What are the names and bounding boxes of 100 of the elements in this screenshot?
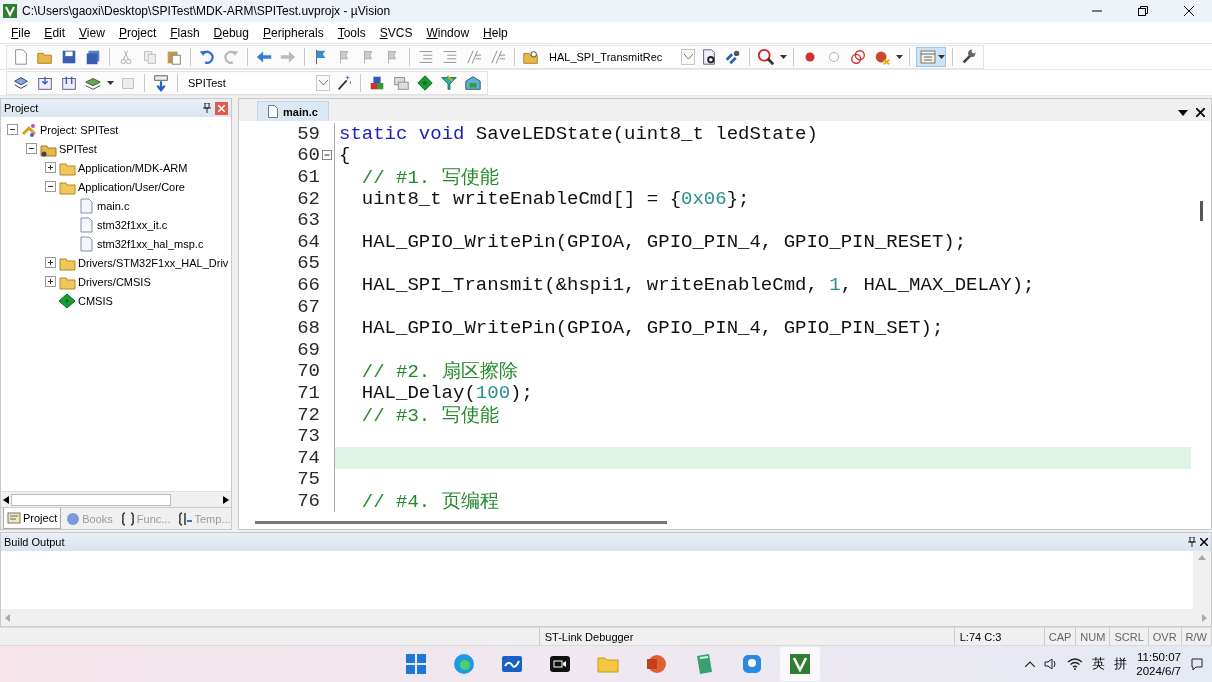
caret-icon (896, 54, 903, 59)
project-icon (20, 121, 38, 138)
line-number: 64 (297, 230, 321, 253)
expand-toggle[interactable] (45, 181, 56, 192)
tree-item[interactable]: stm32f1xx_it.c (7, 215, 231, 234)
file-icon (268, 105, 278, 118)
menu-item[interactable]: Peripherals (255, 23, 331, 42)
webcam-icon (740, 652, 764, 676)
tree-item[interactable]: Drivers/CMSIS (7, 272, 231, 291)
menu-item[interactable]: Flash (163, 23, 207, 42)
browser-icon (452, 652, 476, 676)
expand-toggle[interactable] (45, 257, 56, 268)
tree-item[interactable]: Application/MDK-ARM (7, 158, 231, 177)
line-number: 63 (297, 209, 321, 232)
menu-item[interactable]: SVCS (372, 23, 420, 42)
line-number: 72 (297, 403, 321, 426)
language-indicator[interactable]: 英 (1092, 655, 1106, 673)
scrollbar-thumb[interactable] (255, 520, 667, 524)
app-icon (788, 652, 812, 676)
dropdown-icon (318, 79, 328, 86)
menu-item[interactable]: View (72, 23, 112, 42)
close-button[interactable] (215, 101, 228, 115)
tree-item[interactable]: main.c (7, 196, 231, 215)
caret-icon (107, 80, 114, 85)
fold-toggle[interactable] (322, 150, 332, 161)
function-combo[interactable]: HAL_SPI_TransmitRec (545, 46, 695, 67)
magnifier-button[interactable] (756, 46, 776, 67)
menu-item[interactable]: Project (111, 23, 164, 42)
tree-icon (7, 511, 21, 525)
file-icon (77, 235, 95, 252)
start-icon (404, 652, 428, 676)
line-number: 73 (297, 425, 321, 448)
scroll-right-icon (1202, 613, 1207, 622)
file-icon (77, 197, 95, 214)
caret-icon (937, 54, 945, 59)
line-number: 68 (297, 317, 321, 340)
panel-title: Build Output (4, 536, 65, 548)
menu-item[interactable]: Edit (37, 23, 73, 42)
code-line: // #3. 写使能 (360, 403, 499, 428)
tree-item[interactable]: SPITest (7, 139, 231, 158)
scroll-right-icon (223, 495, 229, 504)
close-icon (1196, 108, 1205, 117)
pin-icon (203, 103, 211, 113)
menu-item[interactable]: Help (476, 23, 515, 42)
expand-toggle[interactable] (45, 162, 56, 173)
panel-title: Project (4, 102, 39, 114)
dropdown-icon (1178, 109, 1188, 116)
dropdown-icon (683, 53, 693, 60)
file-tab[interactable]: main.c (257, 101, 329, 121)
line-number: 59 (297, 122, 321, 145)
menu-item[interactable]: File (4, 23, 38, 42)
braces-icon (120, 511, 135, 526)
find-doc-icon (700, 46, 718, 67)
line-number: 61 (297, 166, 321, 188)
line-number: 60 (297, 144, 321, 167)
line-number: 62 (297, 187, 321, 210)
window-button[interactable] (916, 46, 946, 67)
expand-toggle[interactable] (7, 124, 18, 135)
app-icon (3, 4, 17, 18)
code-line: // #4. 页编程 (360, 489, 499, 514)
funnel-button[interactable] (439, 72, 459, 93)
diamond-icon (416, 72, 434, 93)
close-icon (1184, 6, 1194, 16)
chevron-up-icon (1025, 661, 1036, 667)
download-button[interactable] (151, 72, 171, 93)
diamond-button[interactable] (415, 72, 435, 93)
scrollbar-thumb[interactable] (11, 493, 171, 506)
panel-tab[interactable]: Project (3, 508, 62, 529)
tree-item[interactable]: CMSIS (7, 291, 231, 310)
scroll-up-icon (1198, 555, 1206, 560)
target-combo[interactable]: SPITest (184, 72, 330, 93)
funnel-icon (440, 72, 458, 93)
restore-icon (1138, 6, 1148, 16)
menu-item[interactable]: Tools (330, 23, 373, 42)
code-line: HAL_SPI_Transmit(&hspi1, writeEnableCmd, 1, HAL_MAX_DELAY); (360, 273, 1035, 296)
code-line: static void SaveLEDState(uint8_t ledState) (339, 122, 818, 145)
speaker-icon (1044, 658, 1059, 670)
tree-item[interactable]: stm32f1xx_hal_msp.c (7, 234, 231, 253)
file-icon (77, 216, 95, 233)
tree-item[interactable]: Project: SPITest (7, 120, 231, 139)
menu-item[interactable]: Window (419, 23, 477, 42)
window-title: C:\Users\gaoxi\Desktop\SPITest\MDK-ARM\SPITest.uvprojx - µVision (22, 4, 392, 18)
input-mode-indicator[interactable]: 拼 (1114, 655, 1128, 673)
line-number: 70 (297, 360, 321, 383)
tree-item[interactable]: Application/User/Core (7, 177, 231, 196)
code-line: HAL_GPIO_WritePin(GPIOA, GPIO_PIN_4, GPIO_PIN_RESET); (360, 230, 967, 253)
line-number: 66 (297, 273, 321, 296)
scroll-left-icon (5, 613, 10, 622)
expand-toggle[interactable] (26, 143, 37, 154)
close-icon (218, 104, 225, 112)
presentation-icon (644, 652, 668, 676)
template-icon (178, 511, 193, 526)
line-number: 67 (297, 295, 321, 318)
scrollbar-thumb[interactable] (1199, 201, 1203, 221)
code-line: HAL_GPIO_WritePin(GPIOA, GPIO_PIN_4, GPIO_PIN_SET); (360, 317, 944, 340)
line-number: 75 (297, 468, 321, 491)
code-line: uint8_t writeEnableCmd[] = {0x06}; (360, 187, 750, 210)
tree-item[interactable]: Drivers/STM32F1xx_HAL_Driv (7, 253, 231, 272)
menu-item[interactable]: Debug (206, 23, 256, 42)
expand-toggle[interactable] (45, 276, 56, 287)
